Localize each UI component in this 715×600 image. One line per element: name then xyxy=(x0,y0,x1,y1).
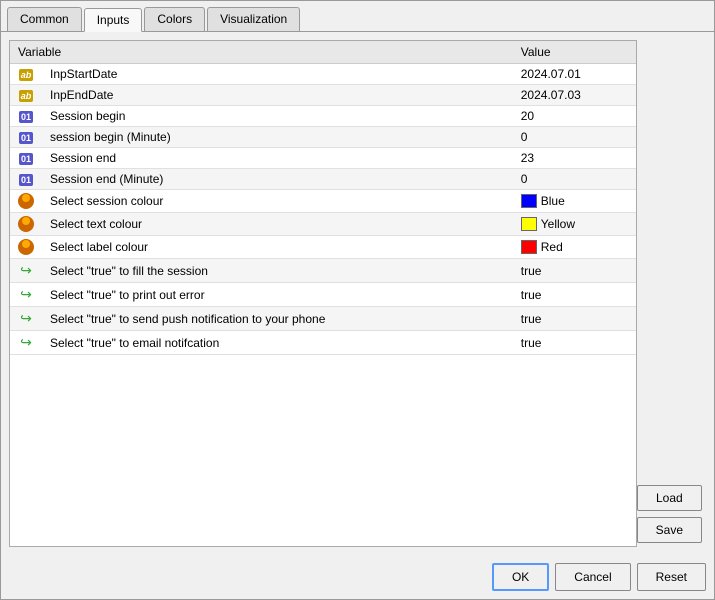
numeric-icon: 01 xyxy=(19,174,33,186)
table-row: ↪ Select "true" to print out errortrue xyxy=(10,283,636,307)
reset-button[interactable]: Reset xyxy=(637,563,706,591)
main-window: Common Inputs Colors Visualization Varia… xyxy=(0,0,715,600)
table-row: Select label colourRed xyxy=(10,236,636,259)
arrow-icon: ↪ xyxy=(20,286,32,303)
row-value: 2024.07.03 xyxy=(513,85,636,106)
table-row: 01 Session begin20 xyxy=(10,106,636,127)
col-variable: Variable xyxy=(10,41,513,64)
color-swatch xyxy=(521,217,537,231)
table-row: ↪ Select "true" to send push notification… xyxy=(10,307,636,331)
row-icon: ab xyxy=(10,64,42,85)
table-row: 01 Session end (Minute)0 xyxy=(10,169,636,190)
color-swatch xyxy=(521,240,537,254)
ab-icon: ab xyxy=(19,90,34,102)
row-variable: Select text colour xyxy=(42,213,513,236)
table-row: Select session colourBlue xyxy=(10,190,636,213)
table-header-row: Variable Value xyxy=(10,41,636,64)
colour-icon xyxy=(18,216,34,232)
row-value: 20 xyxy=(513,106,636,127)
inputs-table-container: Variable Value abInpStartDate2024.07.01a… xyxy=(9,40,637,547)
row-icon: 01 xyxy=(10,148,42,169)
row-icon: 01 xyxy=(10,106,42,127)
tab-common[interactable]: Common xyxy=(7,7,82,31)
row-icon xyxy=(10,190,42,213)
inputs-table: Variable Value abInpStartDate2024.07.01a… xyxy=(10,41,636,355)
row-variable: Session end xyxy=(42,148,513,169)
colour-icon xyxy=(18,239,34,255)
row-value: 0 xyxy=(513,169,636,190)
table-row: Select text colourYellow xyxy=(10,213,636,236)
row-value: true xyxy=(513,259,636,283)
row-variable: Session begin xyxy=(42,106,513,127)
cancel-button[interactable]: Cancel xyxy=(555,563,630,591)
numeric-icon: 01 xyxy=(19,132,33,144)
numeric-icon: 01 xyxy=(19,153,33,165)
row-value: true xyxy=(513,331,636,355)
row-variable: Session end (Minute) xyxy=(42,169,513,190)
row-icon: ↪ xyxy=(10,283,42,307)
row-icon: ↪ xyxy=(10,307,42,331)
tab-inputs[interactable]: Inputs xyxy=(84,8,143,32)
ok-button[interactable]: OK xyxy=(492,563,549,591)
color-swatch xyxy=(521,194,537,208)
ab-icon: ab xyxy=(19,69,34,81)
tab-content: Variable Value abInpStartDate2024.07.01a… xyxy=(1,32,714,555)
table-row: ab InpEndDate2024.07.03 xyxy=(10,85,636,106)
arrow-icon: ↪ xyxy=(20,310,32,327)
row-variable: Select label colour xyxy=(42,236,513,259)
row-icon xyxy=(10,236,42,259)
row-variable: Select "true" to fill the session xyxy=(42,259,513,283)
row-value: 23 xyxy=(513,148,636,169)
table-row: ↪ Select "true" to email notifcationtrue xyxy=(10,331,636,355)
row-value: Red xyxy=(513,236,636,259)
load-button[interactable]: Load xyxy=(637,485,702,511)
row-icon: ab xyxy=(10,85,42,106)
row-value: 2024.07.01 xyxy=(513,64,636,85)
row-variable: Select "true" to send push notification … xyxy=(42,307,513,331)
bottom-buttons-panel: OK Cancel Reset xyxy=(1,555,714,599)
row-value: true xyxy=(513,283,636,307)
tab-bar: Common Inputs Colors Visualization xyxy=(1,1,714,32)
row-variable: Select session colour xyxy=(42,190,513,213)
table-row: 01 Session end23 xyxy=(10,148,636,169)
row-value: Blue xyxy=(513,190,636,213)
tab-visualization[interactable]: Visualization xyxy=(207,7,300,31)
table-area: Variable Value abInpStartDate2024.07.01a… xyxy=(9,40,706,547)
row-variable: session begin (Minute) xyxy=(42,127,513,148)
arrow-icon: ↪ xyxy=(20,334,32,351)
row-variable: InpEndDate xyxy=(42,85,513,106)
row-icon: ↪ xyxy=(10,259,42,283)
tab-colors[interactable]: Colors xyxy=(144,7,205,31)
row-icon: 01 xyxy=(10,169,42,190)
save-button[interactable]: Save xyxy=(637,517,702,543)
row-value: 0 xyxy=(513,127,636,148)
row-variable: Select "true" to email notifcation xyxy=(42,331,513,355)
table-row: ab InpStartDate2024.07.01 xyxy=(10,64,636,85)
table-row: 01 session begin (Minute)0 xyxy=(10,127,636,148)
arrow-icon: ↪ xyxy=(20,262,32,279)
side-buttons-panel: Load Save xyxy=(637,40,706,547)
row-value: true xyxy=(513,307,636,331)
row-variable: InpStartDate xyxy=(42,64,513,85)
row-variable: Select "true" to print out error xyxy=(42,283,513,307)
row-icon xyxy=(10,213,42,236)
numeric-icon: 01 xyxy=(19,111,33,123)
row-icon: 01 xyxy=(10,127,42,148)
row-value: Yellow xyxy=(513,213,636,236)
col-value: Value xyxy=(513,41,636,64)
table-row: ↪ Select "true" to fill the sessiontrue xyxy=(10,259,636,283)
colour-icon xyxy=(18,193,34,209)
row-icon: ↪ xyxy=(10,331,42,355)
